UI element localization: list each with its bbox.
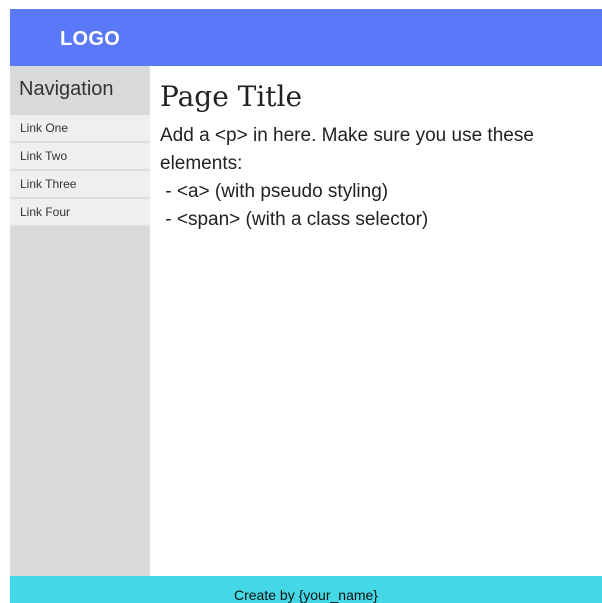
footer: Create by {your_name} — [10, 576, 602, 603]
sidebar-item-link-one[interactable]: Link One — [10, 115, 150, 143]
paragraph-line: Add a <p> in here. Make sure you use the… — [160, 125, 534, 146]
navigation-list: Link One Link Two Link Three Link Four — [10, 115, 150, 227]
paragraph-line: elements: — [160, 153, 243, 174]
sidebar-item-link-three[interactable]: Link Three — [10, 171, 150, 199]
header: LOGO — [10, 9, 602, 66]
paragraph-line: - <span> (with a class selector) — [160, 209, 429, 230]
page-title: Page Title — [160, 80, 303, 113]
content-paragraph: Add a <p> in here. Make sure you use the… — [160, 122, 590, 234]
sidebar: Navigation Link One Link Two Link Three … — [10, 66, 150, 576]
sidebar-item-link-two[interactable]: Link Two — [10, 143, 150, 171]
paragraph-line: - <a> (with pseudo styling) — [160, 181, 389, 202]
logo[interactable]: LOGO — [60, 27, 120, 51]
main-content: Page Title Add a <p> in here. Make sure … — [150, 66, 602, 576]
sidebar-item-link-four[interactable]: Link Four — [10, 199, 150, 227]
page: LOGO Navigation Link One Link Two Link T… — [0, 0, 602, 603]
navigation-title: Navigation — [19, 78, 114, 100]
